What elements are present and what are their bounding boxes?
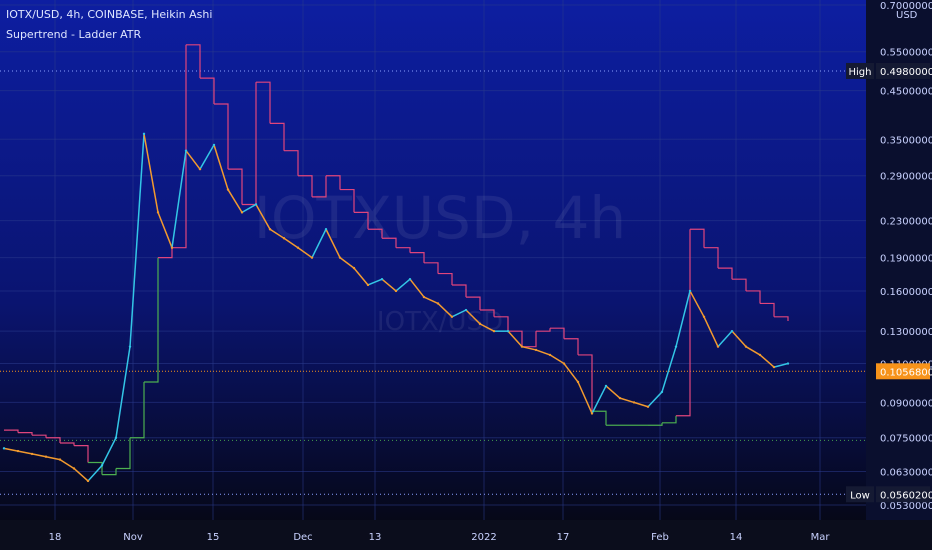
price-point (632, 401, 636, 404)
price-point (142, 132, 146, 136)
y-tick-label: 0.35000000 (880, 135, 932, 146)
watermark-symbol: IOTXUSD, 4h (254, 184, 626, 252)
price-point (688, 289, 692, 293)
price-point (366, 283, 370, 287)
y-tick-label: 0.29000000 (880, 172, 932, 183)
chart-title: IOTX/USD, 4h, COINBASE, Heikin Ashi (6, 8, 213, 21)
price-point (492, 329, 496, 333)
price-point (702, 315, 706, 319)
price-point (576, 380, 580, 384)
price-point (646, 405, 650, 408)
x-tick-label: 17 (557, 532, 570, 543)
price-point (562, 362, 566, 365)
price-point (436, 302, 440, 305)
price-point (324, 228, 328, 231)
price-point (72, 467, 76, 470)
x-tick-label: 13 (369, 532, 382, 543)
price-point (184, 149, 188, 152)
price-point (268, 228, 272, 231)
price-point (716, 345, 720, 348)
price-chart[interactable]: 0.700000000.550000000.450000000.35000000… (0, 0, 932, 550)
price-point (604, 384, 608, 388)
price-point (408, 277, 412, 281)
price-point (772, 365, 776, 369)
y-tick-label: 0.19000000 (880, 254, 932, 265)
price-point (254, 203, 258, 206)
price-point (506, 329, 510, 333)
price-point (296, 246, 300, 249)
price-point (170, 246, 174, 249)
price-point (2, 447, 6, 450)
y-tick-label: 0.23000000 (880, 217, 932, 228)
price-point (128, 345, 132, 348)
price-point (674, 345, 678, 348)
price-point (352, 266, 356, 270)
low-label: Low (850, 490, 870, 501)
y-tick-label: 0.07500000 (880, 434, 932, 445)
y-tick-label: 0.05300000 (880, 501, 932, 512)
y-tick-label: 0.16000000 (880, 287, 932, 298)
low-value: 0.05602000 (880, 490, 932, 501)
price-point (478, 322, 482, 326)
price-point (744, 345, 748, 348)
price-point (212, 143, 216, 147)
price-point (660, 390, 664, 394)
price-point (156, 211, 160, 214)
price-point (380, 277, 384, 281)
price-point (30, 452, 34, 456)
price-point (114, 436, 118, 439)
indicator-label: Supertrend - Ladder ATR (6, 28, 142, 41)
x-tick-label: Feb (651, 532, 669, 543)
watermark-pair: IOTX/USD (377, 307, 503, 337)
price-point (534, 348, 538, 352)
price-point (786, 362, 790, 365)
price-point (58, 458, 62, 461)
chart-container: 0.700000000.550000000.450000000.35000000… (0, 0, 932, 550)
y-tick-label: 0.45000000 (880, 87, 932, 98)
price-point (100, 464, 104, 467)
price-point (520, 345, 524, 348)
y-tick-label: 0.55000000 (880, 48, 932, 59)
price-point (464, 308, 468, 312)
x-tick-label: Mar (811, 532, 831, 543)
x-tick-label: 18 (49, 532, 62, 543)
price-point (422, 295, 426, 299)
price-point (548, 353, 552, 357)
price-point (590, 412, 594, 415)
price-point (226, 188, 230, 191)
y-tick-label: 0.13000000 (880, 327, 932, 338)
x-tick-label: 2022 (471, 532, 496, 543)
last-price-value: 0.10568000 (880, 367, 932, 378)
price-point (394, 289, 398, 293)
price-point (240, 211, 244, 214)
y-tick-label: 0.09000000 (880, 398, 932, 409)
price-point (618, 396, 622, 400)
price-point (44, 455, 48, 458)
high-value: 0.49800000 (880, 67, 932, 78)
price-point (86, 479, 90, 483)
x-tick-label: 15 (207, 532, 220, 543)
price-point (282, 237, 286, 240)
x-tick-label: Nov (123, 532, 143, 543)
price-point (310, 256, 314, 259)
price-point (450, 315, 454, 319)
x-tick-label: Dec (293, 532, 312, 543)
price-point (338, 256, 342, 259)
price-point (198, 167, 202, 171)
y-tick-label: 0.06300000 (880, 468, 932, 479)
price-point (758, 353, 762, 357)
price-point (16, 449, 20, 453)
price-point (730, 329, 734, 333)
high-label: High (849, 67, 872, 78)
chart-background (0, 0, 932, 550)
currency-label: USD (896, 10, 918, 21)
x-tick-label: 14 (730, 532, 743, 543)
